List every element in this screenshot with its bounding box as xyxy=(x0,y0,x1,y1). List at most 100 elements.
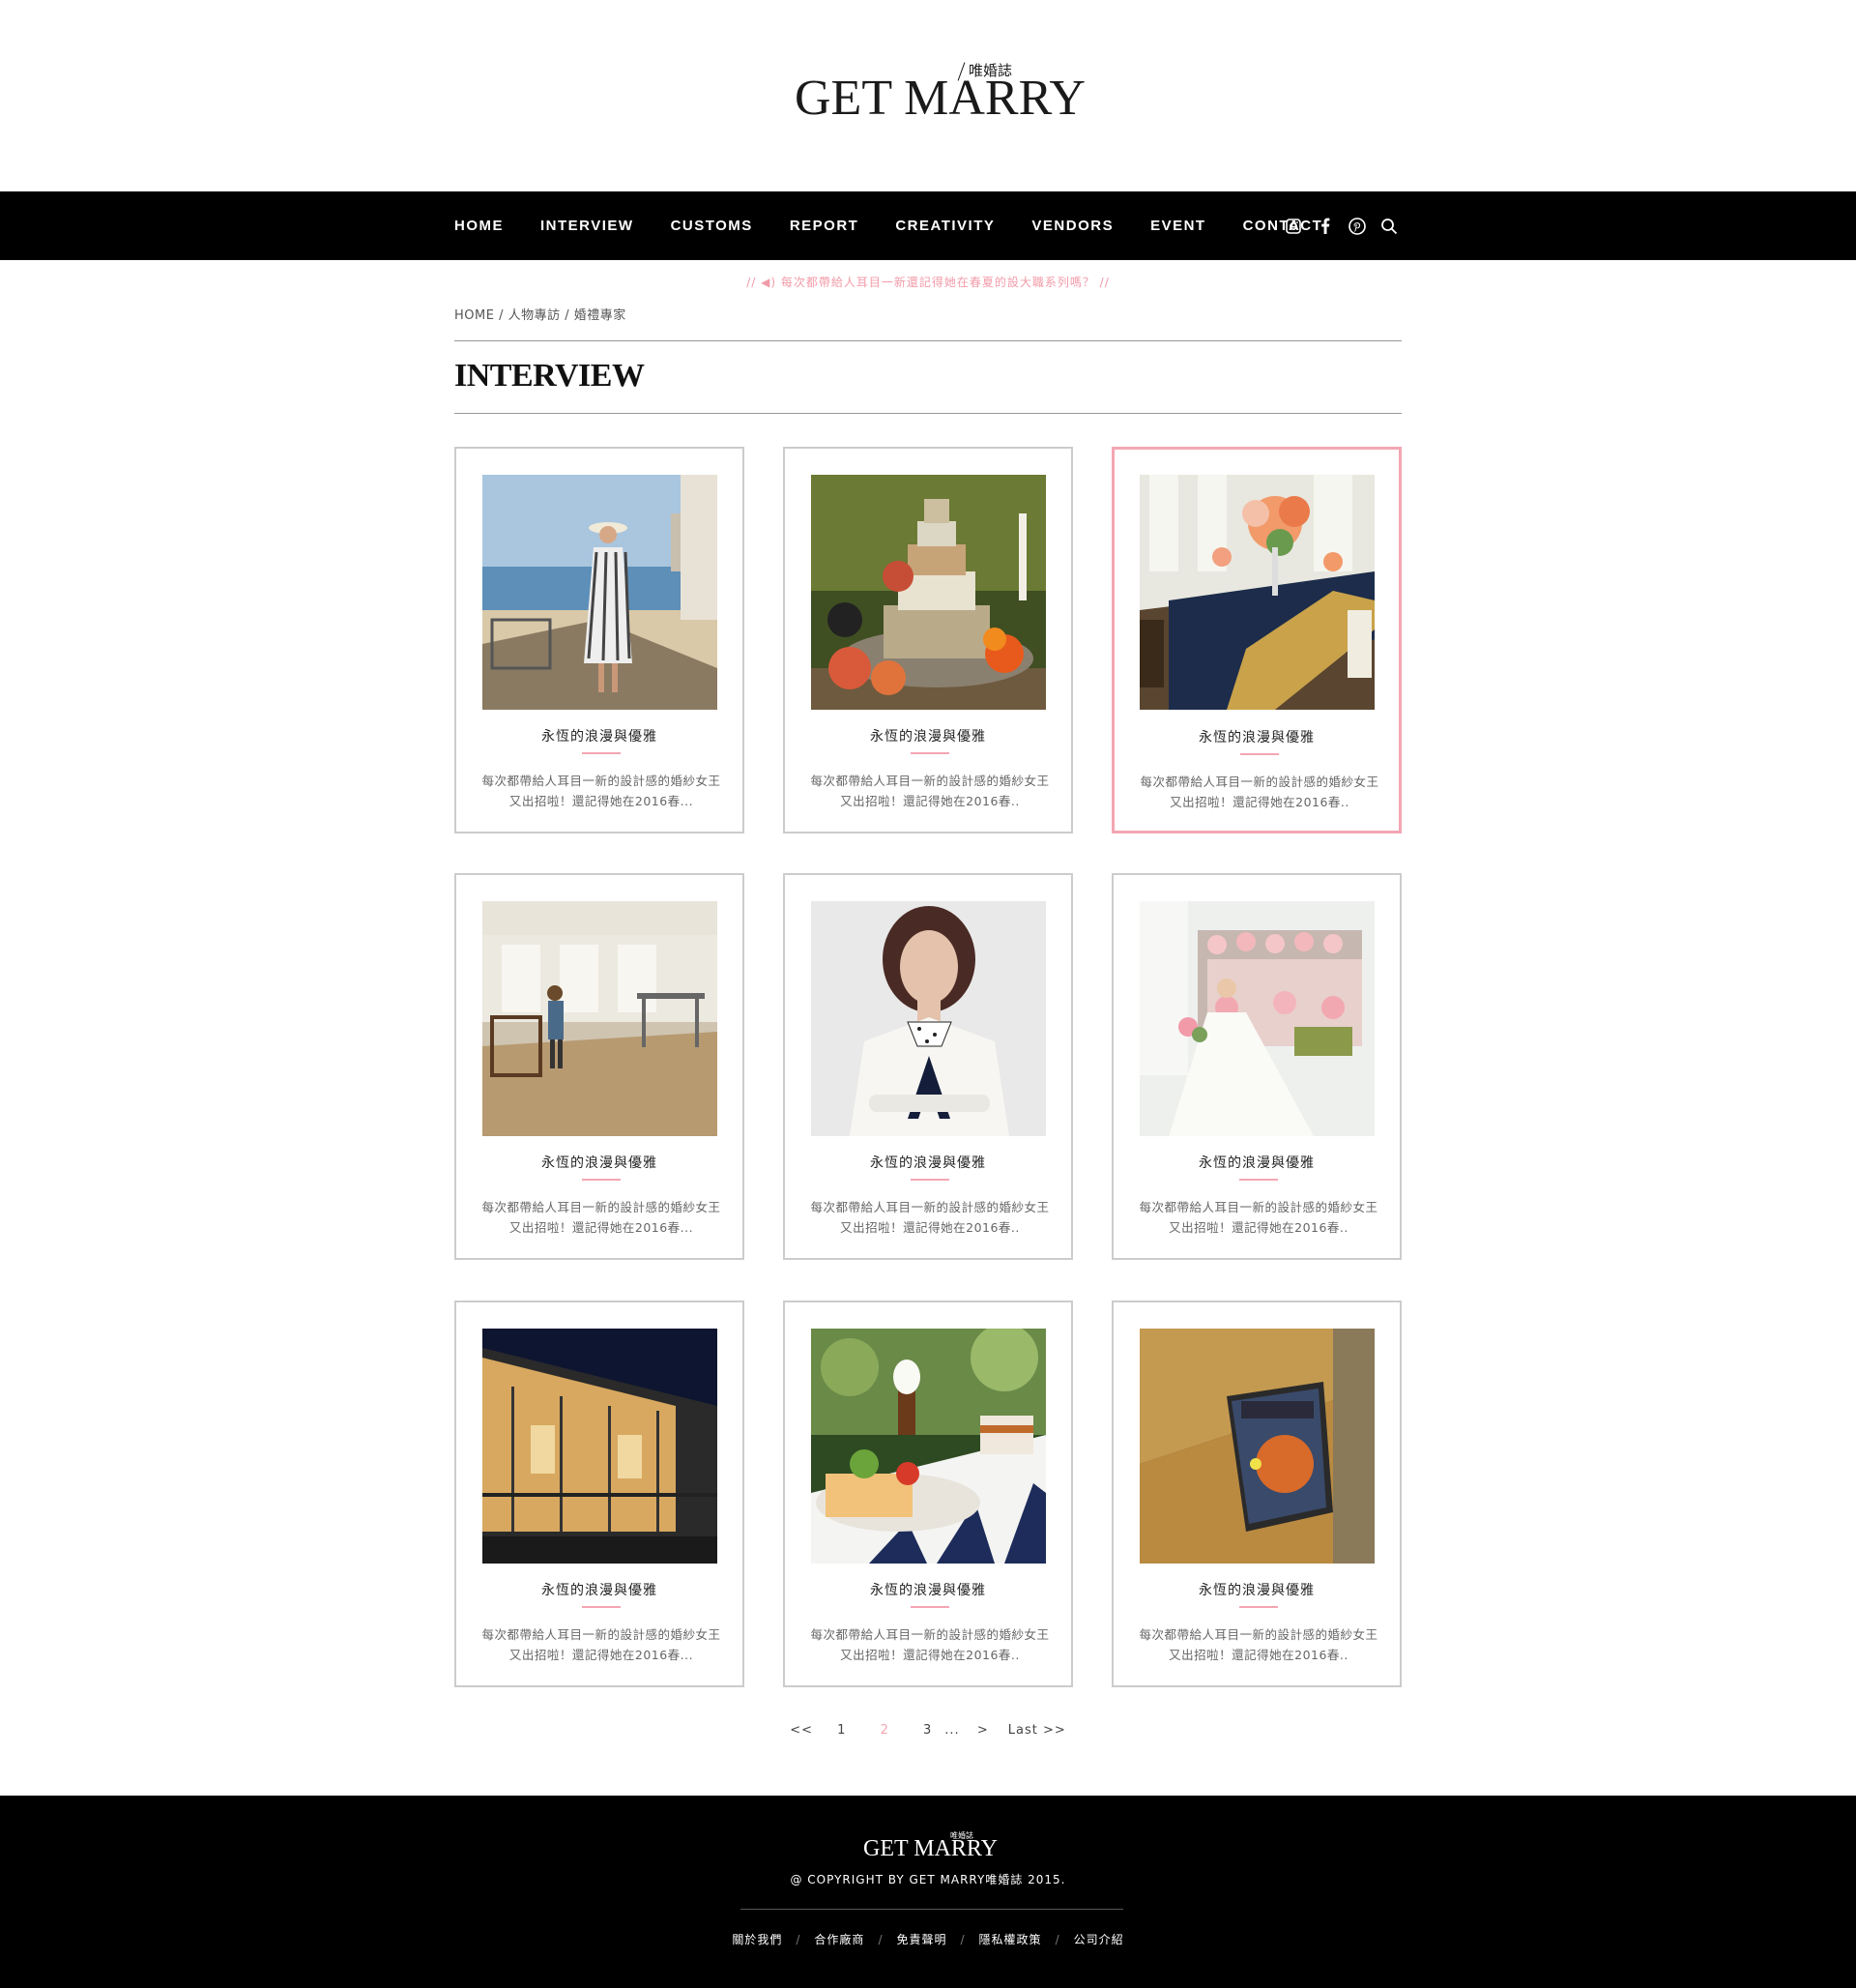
title-underline xyxy=(1240,753,1279,755)
article-excerpt-line: 又出招啦！還記得她在2016春... xyxy=(508,1220,694,1235)
article-title[interactable]: 永恆的浪漫與優雅 xyxy=(785,1153,1071,1172)
article-title[interactable]: 永恆的浪漫與優雅 xyxy=(785,1580,1071,1599)
article-title[interactable]: 永恆的浪漫與優雅 xyxy=(1114,1580,1400,1599)
article-card[interactable]: 永恆的浪漫與優雅每次都帶給人耳目一新的設計感的婚紗女王 又出招啦！還記得她在201… xyxy=(1112,873,1402,1260)
article-excerpt-line: 每次都帶給人耳目一新的設計感的婚紗女王 xyxy=(1139,1627,1378,1642)
footer-logo-chinese-subtitle: 唯婚誌 xyxy=(950,1831,973,1840)
article-excerpt-line: 每次都帶給人耳目一新的設計感的婚紗女王 xyxy=(810,774,1050,788)
title-underline xyxy=(911,1179,949,1181)
nav-customs[interactable]: CUSTOMS xyxy=(671,218,753,234)
instagram-icon[interactable] xyxy=(1284,217,1303,236)
bvlgari-store-photo[interactable] xyxy=(482,1329,717,1564)
title-underline xyxy=(1239,1606,1278,1608)
article-title[interactable]: 永恆的浪漫與優雅 xyxy=(456,1580,742,1599)
footer-link-separator: / xyxy=(796,1933,801,1946)
title-underline xyxy=(582,1606,621,1608)
pagination-page-3[interactable]: 3 xyxy=(923,1723,932,1738)
logo-wordmark: GET MARRY xyxy=(795,71,1086,126)
pagination: << 1 2 3... > Last >> xyxy=(0,1723,1856,1738)
pagination-page-2-current[interactable]: 2 xyxy=(881,1723,889,1738)
article-card[interactable]: 永恆的浪漫與優雅每次都帶給人耳目一新的設計感的婚紗女王 又出招啦！還記得她在201… xyxy=(454,1301,744,1687)
nav-event[interactable]: EVENT xyxy=(1150,218,1206,234)
nav-creativity[interactable]: CREATIVITY xyxy=(895,218,995,234)
article-excerpt-line: 每次都帶給人耳目一新的設計感的婚紗女王 xyxy=(481,1200,721,1214)
logo-chinese-subtitle: 唯婚誌 xyxy=(969,62,1013,79)
divider-line xyxy=(454,340,1402,341)
article-card[interactable]: 永恆的浪漫與優雅每次都帶給人耳目一新的設計感的婚紗女王 又出招啦！還記得她在201… xyxy=(1112,1301,1402,1687)
bridal-party-photo[interactable] xyxy=(1140,901,1375,1136)
article-excerpt-line: 又出招啦！還記得她在2016春.. xyxy=(840,1220,1020,1235)
article-excerpt-line: 又出招啦！還記得她在2016春.. xyxy=(1169,1220,1348,1235)
nav-links: HOME INTERVIEW CUSTOMS REPORT CREATIVITY… xyxy=(454,191,1359,260)
article-title[interactable]: 永恆的浪漫與優雅 xyxy=(785,726,1071,746)
article-title[interactable]: 永恆的浪漫與優雅 xyxy=(1115,727,1399,746)
site-logo[interactable]: GET MARRY 唯婚誌 xyxy=(795,60,1086,128)
footer-links: 關於我們 / 合作廠商 / 免責聲明 / 隱私權政策 / 公司介紹 xyxy=(0,1931,1856,1947)
article-excerpt-line: 每次都帶給人耳目一新的設計感的婚紗女王 xyxy=(481,774,721,788)
article-card[interactable]: 永恆的浪漫與優雅每次都帶給人耳目一新的設計感的婚紗女王 又出招啦！還記得她在201… xyxy=(783,873,1073,1260)
nav-vendors[interactable]: VENDORS xyxy=(1031,218,1114,234)
nav-home[interactable]: HOME xyxy=(454,218,504,234)
title-underline xyxy=(1239,1179,1278,1181)
article-excerpt: 每次都帶給人耳目一新的設計感的婚紗女王 又出招啦！還記得她在2016春... xyxy=(476,1624,727,1665)
pagination-page-1[interactable]: 1 xyxy=(837,1723,846,1738)
footer-link-disclaimer[interactable]: 免責聲明 xyxy=(896,1933,946,1946)
article-excerpt: 每次都帶給人耳目一新的設計感的婚紗女王 又出招啦！還記得她在2016春... xyxy=(476,1197,727,1238)
breadcrumb-home[interactable]: HOME xyxy=(454,308,494,323)
main-navigation: HOME INTERVIEW CUSTOMS REPORT CREATIVITY… xyxy=(0,191,1856,260)
article-excerpt: 每次都帶給人耳目一新的設計感的婚紗女王 又出招啦！還記得她在2016春.. xyxy=(804,771,1056,811)
footer-link-about[interactable]: 關於我們 xyxy=(732,1933,782,1946)
article-title[interactable]: 永恆的浪漫與優雅 xyxy=(1114,1153,1400,1172)
footer-logo-wordmark: GET MARRY xyxy=(863,1836,998,1861)
article-excerpt-line: 又出招啦！還記得她在2016春.. xyxy=(840,794,1020,808)
wedding-table-photo[interactable] xyxy=(1140,475,1375,710)
pagination-next[interactable]: > xyxy=(977,1723,989,1738)
copyright-text: @ COPYRIGHT BY GET MARRY唯婚誌 2015. xyxy=(790,1873,1066,1886)
footer-link-separator: / xyxy=(1055,1933,1060,1946)
woman-seaside-photo[interactable] xyxy=(482,475,717,710)
footer-link-privacy[interactable]: 隱私權政策 xyxy=(979,1933,1042,1946)
article-card[interactable]: 永恆的浪漫與優雅每次都帶給人耳目一新的設計感的婚紗女王 又出招啦！還記得她在201… xyxy=(454,873,744,1260)
article-title[interactable]: 永恆的浪漫與優雅 xyxy=(456,1153,742,1172)
breadcrumb-level1[interactable]: 人物專訪 xyxy=(508,308,561,323)
article-excerpt: 每次都帶給人耳目一新的設計感的婚紗女王 又出招啦！還記得她在2016春.. xyxy=(1133,1197,1384,1238)
studio-workspace-photo[interactable] xyxy=(482,901,717,1136)
breakfast-table-photo[interactable] xyxy=(811,1329,1046,1564)
article-excerpt: 每次都帶給人耳目一新的設計感的婚紗女王 又出招啦！還記得她在2016春.. xyxy=(804,1624,1056,1665)
footer-logo[interactable]: GET MARRY 唯婚誌 xyxy=(863,1830,999,1863)
cheese-cake-photo[interactable] xyxy=(811,475,1046,710)
pinterest-icon[interactable] xyxy=(1348,217,1367,236)
pagination-first[interactable]: << xyxy=(790,1723,813,1738)
title-underline xyxy=(582,1179,621,1181)
article-excerpt-line: 又出招啦！還記得她在2016春.. xyxy=(1170,795,1349,809)
facebook-icon[interactable] xyxy=(1316,217,1335,236)
article-card[interactable]: 永恆的浪漫與優雅每次都帶給人耳目一新的設計感的婚紗女王 又出招啦！還記得她在201… xyxy=(1112,447,1402,833)
footer-link-separator: / xyxy=(960,1933,966,1946)
nav-interview[interactable]: INTERVIEW xyxy=(540,218,634,234)
article-excerpt-line: 又出招啦！還記得她在2016春... xyxy=(508,1648,694,1662)
article-card[interactable]: 永恆的浪漫與優雅每次都帶給人耳目一新的設計感的婚紗女王 又出招啦！還記得她在201… xyxy=(783,447,1073,833)
article-card[interactable]: 永恆的浪漫與優雅每次都帶給人耳目一新的設計感的婚紗女王 又出招啦！還記得她在201… xyxy=(783,1301,1073,1687)
breadcrumb: HOME / 人物專訪 / 婚禮專家 xyxy=(454,305,626,323)
article-excerpt: 每次都帶給人耳目一新的設計感的婚紗女王 又出招啦！還記得她在2016春.. xyxy=(804,1197,1056,1238)
article-title[interactable]: 永恆的浪漫與優雅 xyxy=(456,726,742,746)
nav-report[interactable]: REPORT xyxy=(790,218,859,234)
footer-link-company[interactable]: 公司介紹 xyxy=(1074,1933,1124,1946)
article-excerpt: 每次都帶給人耳目一新的設計感的婚紗女王 又出招啦！還記得她在2016春.. xyxy=(1133,1624,1384,1665)
footer-link-partners[interactable]: 合作廠商 xyxy=(814,1933,864,1946)
article-card[interactable]: 永恆的浪漫與優雅每次都帶給人耳目一新的設計感的婚紗女王 又出招啦！還記得她在201… xyxy=(454,447,744,833)
article-excerpt-line: 每次都帶給人耳目一新的設計感的婚紗女王 xyxy=(1139,1200,1378,1214)
site-footer: GET MARRY 唯婚誌 @ COPYRIGHT BY GET MARRY唯婚… xyxy=(0,1796,1856,1988)
search-icon[interactable] xyxy=(1379,217,1399,236)
news-ticker[interactable]: // ◀) 每次都帶給人耳目一新還記得她在春夏的設大職系列嗎？ // xyxy=(0,274,1856,290)
article-excerpt: 每次都帶給人耳目一新的設計感的婚紗女王 又出招啦！還記得她在2016春.. xyxy=(1134,772,1385,812)
pagination-last[interactable]: Last >> xyxy=(1008,1723,1066,1738)
page-title: INTERVIEW xyxy=(454,358,645,394)
woman-portrait-photo[interactable] xyxy=(811,901,1046,1136)
magazine-chair-photo[interactable] xyxy=(1140,1329,1375,1564)
breadcrumb-current: 婚禮專家 xyxy=(573,308,626,323)
article-excerpt: 每次都帶給人耳目一新的設計感的婚紗女王 又出招啦！還記得她在2016春... xyxy=(476,771,727,811)
site-header: GET MARRY 唯婚誌 xyxy=(0,0,1856,191)
title-underline xyxy=(582,752,621,754)
article-excerpt-line: 又出招啦！還記得她在2016春.. xyxy=(1169,1648,1348,1662)
